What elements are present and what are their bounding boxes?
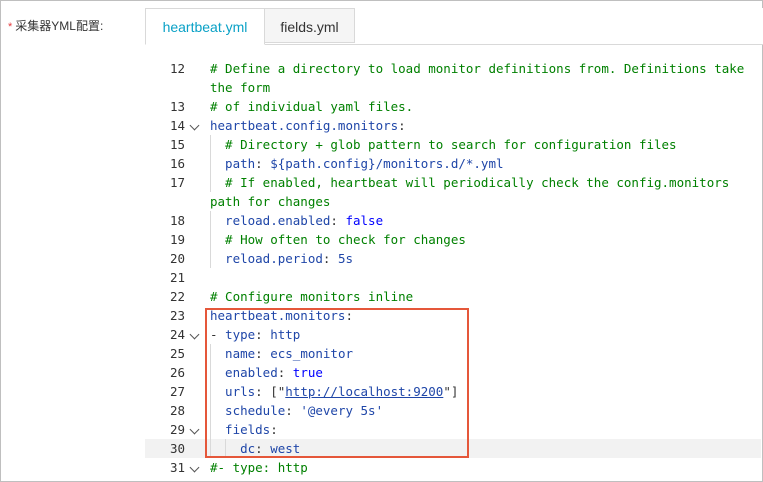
code-token: ${path.config}/monitors.d/*.yml	[270, 156, 504, 171]
code-line[interactable]: 20 reload.period: 5s	[145, 249, 761, 268]
code-line[interactable]: 16 path: ${path.config}/monitors.d/*.yml	[145, 154, 761, 173]
code-line[interactable]: 31 #- type: http	[145, 458, 761, 477]
line-number: 12	[169, 61, 185, 76]
line-number: 26	[169, 365, 185, 380]
line-number: 29	[169, 422, 185, 437]
code-line[interactable]: the form	[145, 78, 761, 97]
line-number: 31	[169, 460, 185, 475]
code-text: reload.enabled: false	[225, 211, 383, 230]
indent-guide	[210, 249, 211, 268]
code-token: # of individual yaml files.	[210, 99, 414, 114]
code-line[interactable]: 19 # How often to check for changes	[145, 230, 761, 249]
line-number: 24	[169, 327, 185, 342]
code-text: # How often to check for changes	[225, 230, 466, 249]
line-number: 23	[169, 308, 185, 323]
code-text: path: ${path.config}/monitors.d/*.yml	[225, 154, 503, 173]
line-number: 21	[169, 270, 185, 285]
code-token: :	[255, 156, 271, 171]
code-line[interactable]: 13 # of individual yaml files.	[145, 97, 761, 116]
line-number: 30	[169, 441, 185, 456]
fold-chevron-icon[interactable]	[189, 462, 200, 473]
fold-chevron-icon[interactable]	[189, 424, 200, 435]
form-label-text: 采集器YML配置:	[15, 19, 104, 33]
code-line[interactable]: 22 # Configure monitors inline	[145, 287, 761, 306]
line-number: 22	[169, 289, 185, 304]
code-line[interactable]: path for changes	[145, 192, 761, 211]
fold-chevron-icon[interactable]	[189, 120, 200, 131]
line-number: 27	[169, 384, 185, 399]
line-number: 15	[169, 137, 185, 152]
code-text: # Directory + glob pattern to search for…	[225, 135, 677, 154]
code-token: # Configure monitors inline	[210, 289, 414, 304]
indent-guide	[210, 154, 211, 173]
code-token: reload.enabled	[225, 213, 331, 228]
line-number: 16	[169, 156, 185, 171]
code-text: #- type: http	[210, 458, 308, 477]
code-token: #- type: http	[210, 460, 308, 475]
code-token: heartbeat.config.monitors	[210, 118, 399, 133]
file-tabs: heartbeat.yml fields.yml	[145, 8, 763, 45]
code-token: # Directory + glob pattern to search for…	[225, 137, 677, 152]
code-text: path for changes	[210, 192, 330, 211]
code-line[interactable]: 21	[145, 268, 761, 287]
code-token: 5s	[337, 251, 354, 266]
line-number: 13	[169, 99, 185, 114]
code-line[interactable]: 14 heartbeat.config.monitors:	[145, 116, 761, 135]
line-number: 25	[169, 346, 185, 361]
code-line[interactable]: 12 # Define a directory to load monitor d…	[145, 59, 761, 78]
indent-guide	[210, 135, 211, 154]
code-text: # Define a directory to load monitor def…	[210, 59, 744, 78]
line-number: 14	[169, 118, 185, 133]
line-number: 28	[169, 403, 185, 418]
code-text: the form	[210, 78, 270, 97]
code-text: reload.period: 5s	[225, 249, 353, 268]
code-token: path	[225, 156, 256, 171]
code-line[interactable]: 17 # If enabled, heartbeat will periodica…	[145, 173, 761, 192]
tab-heartbeat-yml[interactable]: heartbeat.yml	[145, 8, 265, 45]
code-token: the form	[210, 80, 271, 95]
code-line[interactable]: 18 reload.enabled: false	[145, 211, 761, 230]
code-token: :	[322, 251, 338, 266]
required-mark: *	[8, 21, 13, 33]
indent-guide	[210, 173, 211, 192]
fold-chevron-icon[interactable]	[189, 329, 200, 340]
code-token: reload.period	[225, 251, 323, 266]
code-text: heartbeat.config.monitors:	[210, 116, 406, 135]
line-number: 18	[169, 213, 185, 228]
code-token: # Define a directory to load monitor def…	[210, 61, 745, 76]
line-number: 19	[169, 232, 185, 247]
tab-fields-yml[interactable]: fields.yml	[265, 8, 355, 43]
code-token: # How often to check for changes	[225, 232, 466, 247]
code-token: path for changes	[210, 194, 331, 209]
code-text: # of individual yaml files.	[210, 97, 413, 116]
indent-guide	[210, 230, 211, 249]
code-text: # Configure monitors inline	[210, 287, 413, 306]
code-token: :	[398, 118, 406, 133]
code-text: # If enabled, heartbeat will periodicall…	[225, 173, 729, 192]
indent-guide	[210, 211, 211, 230]
code-token: false	[345, 213, 384, 228]
code-token: :	[330, 213, 346, 228]
line-number: 20	[169, 251, 185, 266]
form-label: * 采集器YML配置:	[8, 17, 103, 34]
code-line[interactable]: 15 # Directory + glob pattern to search f…	[145, 135, 761, 154]
highlight-box	[205, 308, 469, 458]
line-number: 17	[169, 175, 185, 190]
code-token: # If enabled, heartbeat will periodicall…	[225, 175, 730, 190]
